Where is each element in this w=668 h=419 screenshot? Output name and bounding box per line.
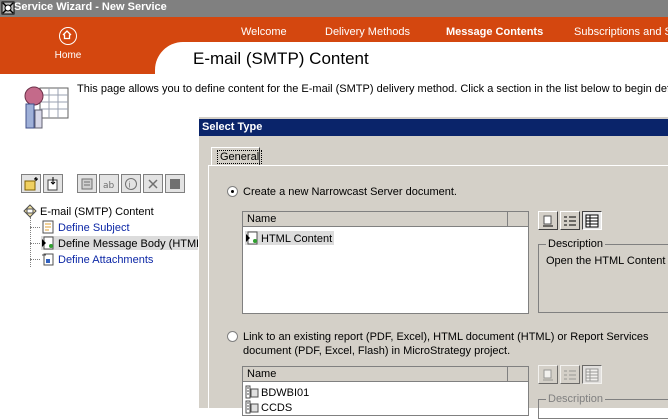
list-view-button-2[interactable] [560, 365, 580, 384]
tree-item-label: Define Attachments [58, 254, 154, 266]
tab-delivery-methods[interactable]: Delivery Methods [325, 26, 410, 38]
content-toolbar: ab i [21, 172, 199, 194]
tree-item-define-message-body[interactable]: Define Message Body (HTML [41, 236, 203, 250]
large-icons-view-button-2[interactable] [538, 365, 558, 384]
home-label: Home [54, 50, 82, 61]
window-title: Service Wizard - New Service [14, 1, 167, 13]
delete-button[interactable] [143, 174, 163, 193]
project-list[interactable]: Name BDWBI01 CCDS [242, 366, 529, 416]
app-icon [1, 1, 15, 15]
project-icon [245, 400, 259, 414]
tab-general-label: General [217, 150, 263, 164]
link-existing-report-label-2: document (PDF, Excel, Flash) in MicroStr… [243, 345, 511, 357]
email-icon [23, 204, 37, 218]
description-group-2: Description [538, 393, 668, 419]
attachment-icon [42, 253, 54, 266]
tab-general[interactable]: General [211, 147, 263, 165]
html-content-icon [246, 231, 258, 245]
tree-item-define-subject[interactable]: Define Subject [41, 220, 130, 234]
content-tree: E-mail (SMTP) Content Define Subject Def… [21, 202, 203, 407]
list-item-project[interactable]: CCDS [245, 400, 292, 414]
document-grid-icon [24, 86, 69, 129]
description-label-2: Description [546, 393, 606, 405]
properties-icon [81, 178, 93, 190]
large-icons-view-button[interactable] [538, 211, 558, 230]
description-label: Description [546, 238, 606, 250]
window-title-bar[interactable]: Service Wizard - New Service [0, 0, 668, 17]
list-header-name: Name [247, 368, 277, 380]
list-header[interactable]: Name [243, 212, 528, 227]
wizard-header: Home Welcome Delivery Methods Message Co… [0, 17, 668, 75]
intro-text: This page allows you to define content f… [77, 83, 668, 95]
list-view-button[interactable] [560, 211, 580, 230]
tree-root[interactable]: E-mail (SMTP) Content [23, 204, 154, 218]
message-body-icon [42, 236, 54, 250]
details-view-button-2[interactable] [582, 365, 602, 384]
page-title: E-mail (SMTP) Content [193, 49, 369, 68]
list-icon [564, 216, 576, 226]
details-view-button[interactable] [582, 211, 602, 230]
details-icon [585, 214, 599, 228]
tree-item-label: Define Message Body (HTML [58, 238, 203, 250]
large-icons-icon [543, 369, 553, 381]
large-icons-icon [543, 215, 553, 227]
tree-item-define-attachments[interactable]: Define Attachments [41, 252, 153, 266]
list-item-html-content[interactable]: HTML Content [245, 231, 335, 245]
create-new-document-label: Create a new Narrowcast Server document. [243, 186, 457, 198]
properties-button[interactable] [77, 174, 97, 193]
new-folder-button[interactable] [21, 174, 41, 193]
project-icon [245, 385, 259, 399]
stop-button[interactable] [165, 174, 185, 193]
list-header[interactable]: Name [243, 367, 528, 382]
stop-icon [170, 179, 180, 189]
select-type-dialog: Select Type General Create a new Narrowc… [198, 116, 668, 419]
home-icon [59, 27, 77, 45]
list-header-name: Name [247, 213, 277, 225]
new-folder-icon [24, 177, 38, 191]
link-existing-report-label: Link to an existing report (PDF, Excel),… [243, 331, 649, 343]
delete-icon [148, 179, 158, 189]
description-text: Open the HTML Content E [546, 255, 668, 267]
list-icon [564, 370, 576, 380]
template-list[interactable]: Name HTML Content [242, 211, 529, 314]
home-button[interactable]: Home [48, 27, 88, 67]
dialog-title-bar[interactable]: Select Type [199, 119, 668, 136]
svg-text:ab: ab [103, 181, 115, 191]
list-item-label: CCDS [261, 402, 293, 414]
rename-button[interactable]: ab [99, 174, 119, 193]
dialog-title: Select Type [202, 121, 263, 133]
tree-item-label: Define Subject [58, 222, 130, 234]
svg-text:i: i [129, 181, 131, 190]
list-item-project[interactable]: BDWBI01 [245, 385, 309, 399]
tab-welcome[interactable]: Welcome [241, 26, 287, 38]
list-item-label: HTML Content [261, 233, 333, 245]
subject-icon [42, 220, 54, 234]
tab-subscriptions[interactable]: Subscriptions and S [574, 26, 668, 38]
help-icon: i [125, 178, 137, 190]
details-icon [585, 368, 599, 382]
help-button[interactable]: i [121, 174, 141, 193]
link-existing-report-radio[interactable] [227, 331, 238, 342]
tree-root-label: E-mail (SMTP) Content [40, 206, 154, 218]
import-button[interactable] [43, 174, 63, 193]
tab-message-contents[interactable]: Message Contents [446, 26, 543, 38]
description-group: Description Open the HTML Content E [538, 238, 668, 313]
rename-icon: ab [103, 181, 115, 191]
create-new-document-radio[interactable] [227, 186, 238, 197]
list-item-label: BDWBI01 [261, 387, 310, 399]
import-icon [47, 177, 58, 191]
